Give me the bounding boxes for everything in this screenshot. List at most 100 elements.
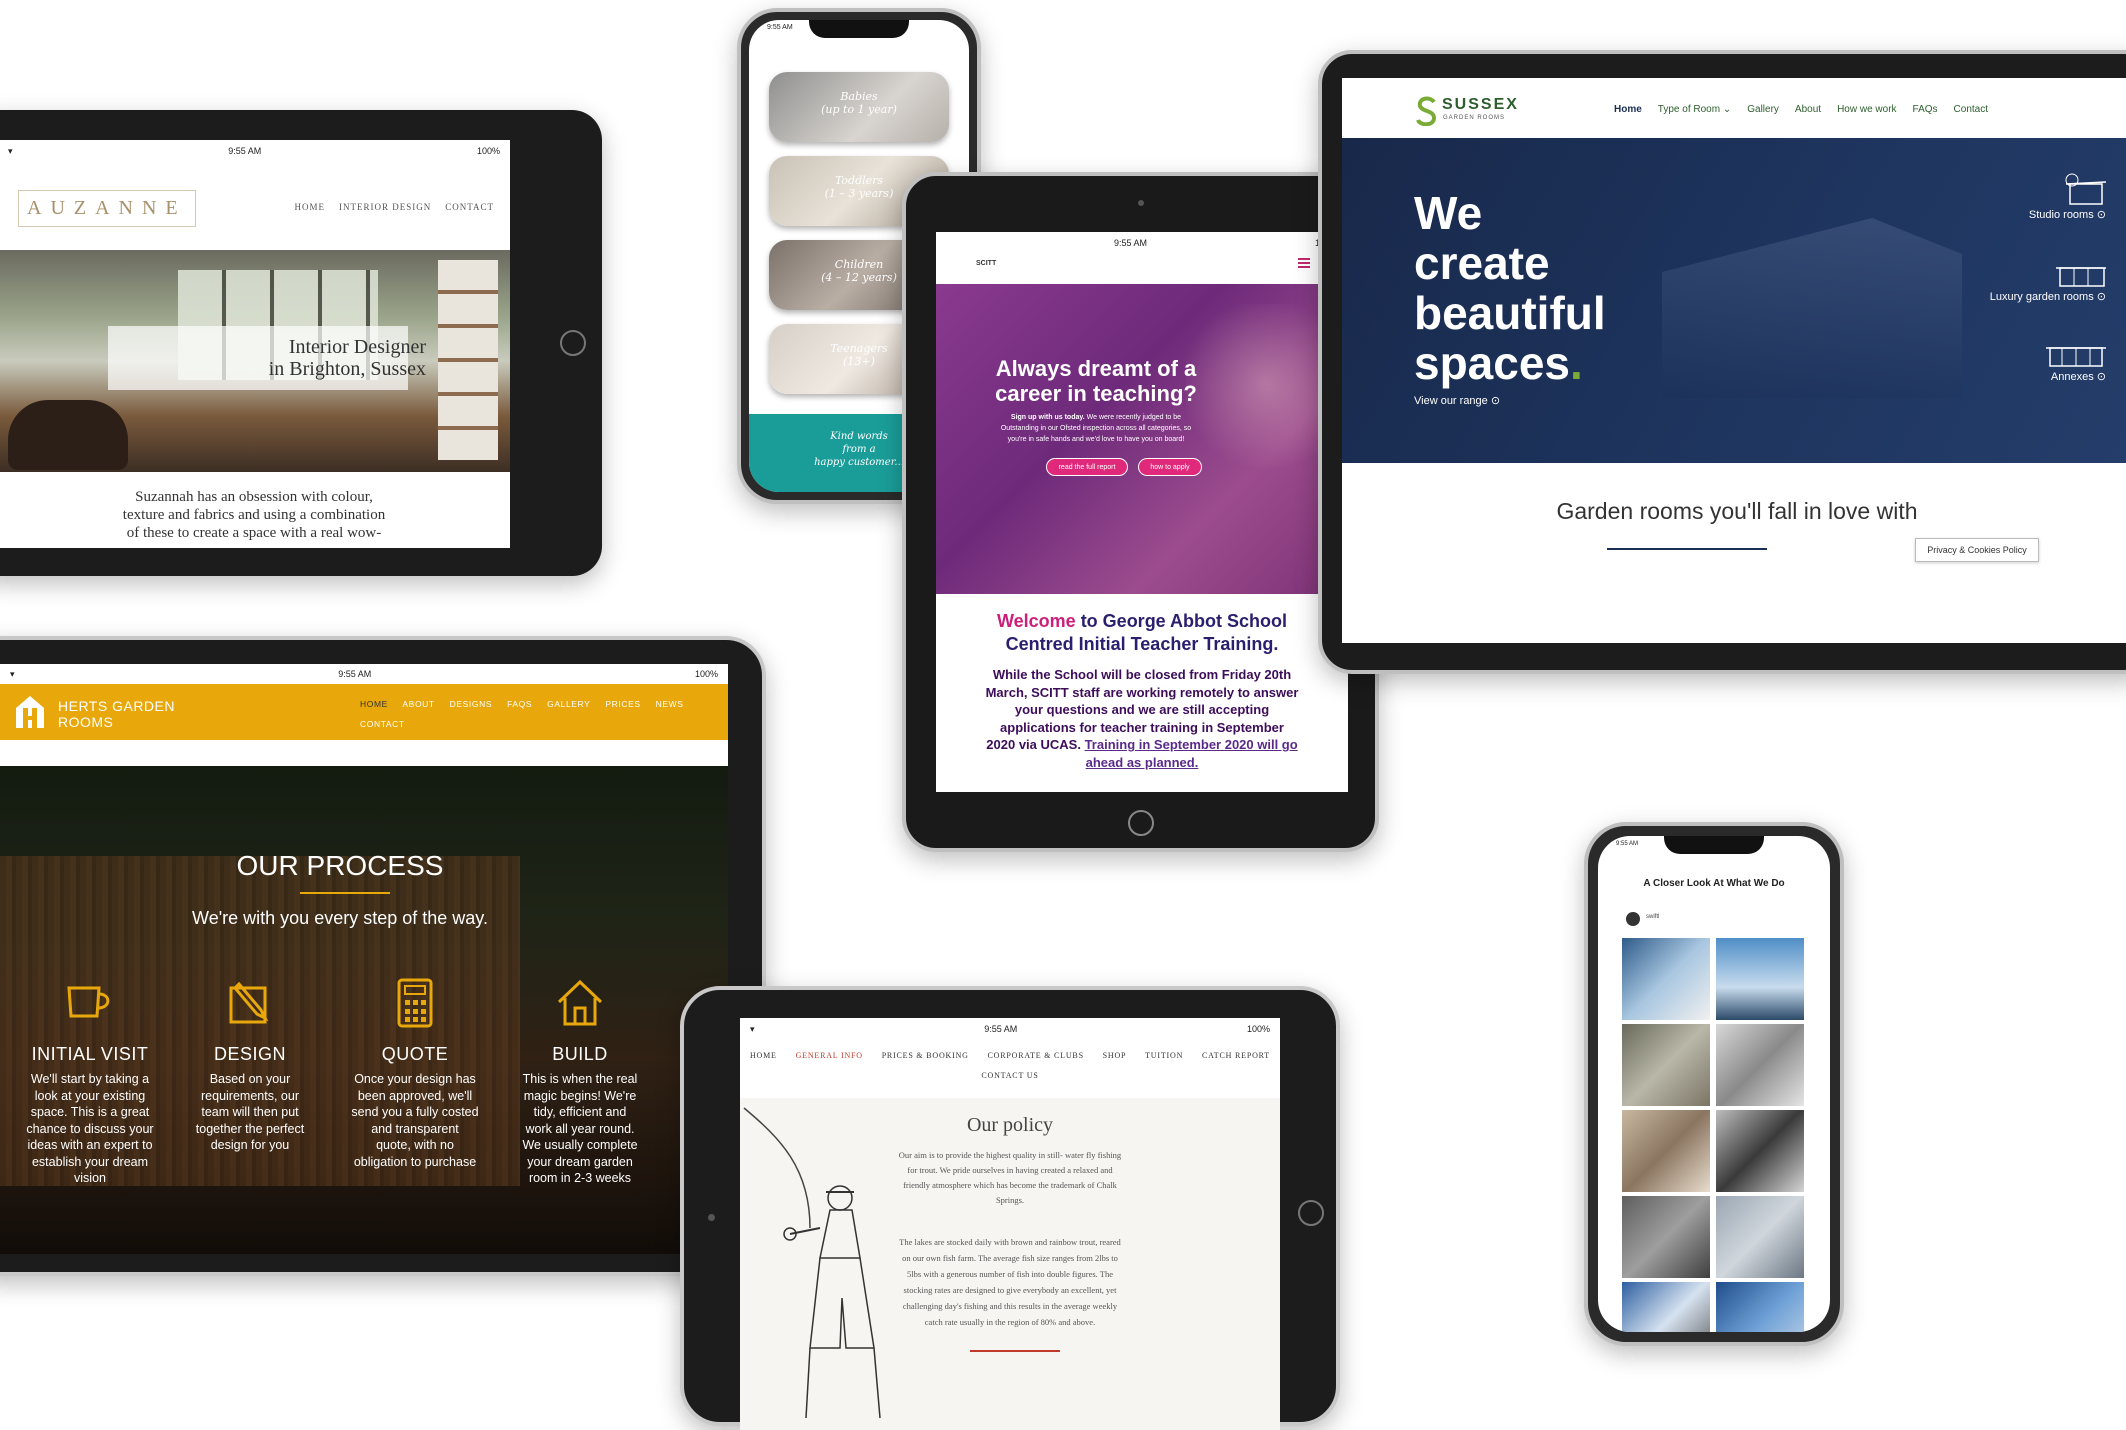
nav-how-we-work[interactable]: How we work: [1837, 104, 1896, 115]
s-logo-svg: [1416, 96, 1437, 126]
notice-text: 2020 via UCAS.: [986, 737, 1081, 752]
status-time: 9:55 AM: [984, 1024, 1018, 1034]
instagram-icon[interactable]: [1626, 912, 1640, 926]
grid-photo[interactable]: [1622, 938, 1710, 1020]
cookies-policy-button[interactable]: Privacy & Cookies Policy: [1915, 538, 2039, 562]
instagram-handle[interactable]: swiftl: [1646, 914, 1659, 920]
intro-line: of these to create a space with a real w…: [126, 525, 382, 541]
nav-contact[interactable]: CONTACT: [360, 719, 405, 729]
house-logo-icon[interactable]: [14, 694, 46, 730]
read-report-button[interactable]: read the full report: [1046, 458, 1128, 476]
nav-about[interactable]: About: [1795, 104, 1821, 115]
grid-photo[interactable]: [1716, 1110, 1804, 1192]
battery-indicator: 100%: [476, 146, 500, 156]
logo-name[interactable]: SUSSEX: [1442, 96, 1519, 114]
circle-chevron-icon: ⊙: [1490, 395, 1501, 407]
paragraph-line: challenging day's fishing and this resul…: [902, 1301, 1118, 1311]
nav-home[interactable]: Home: [1614, 104, 1642, 115]
tablet-sussex: SUSSEX GARDEN ROOMS Home Type of Room ⌄ …: [1318, 50, 2126, 674]
notice-line: your questions and we are still acceptin…: [1014, 702, 1270, 717]
main-nav: Home Type of Room ⌄ Gallery About How we…: [1614, 104, 1988, 115]
calculator-icon: [397, 978, 433, 1028]
status-bar: ▾ 9:55 AM 100%: [0, 664, 728, 684]
site-logo[interactable]: SCITT: [976, 260, 996, 267]
nav-general-info[interactable]: GENERAL INFO: [796, 1051, 863, 1060]
screen-herts: ▾ 9:55 AM 100% HERTS GARDEN ROOMS HOME A…: [0, 664, 728, 1254]
view-range-link[interactable]: View our range ⊙: [1414, 394, 1500, 407]
step-line: chance to discuss your: [26, 1121, 154, 1136]
home-button[interactable]: [1128, 810, 1154, 836]
annex-icon: [2046, 347, 2106, 367]
training-link[interactable]: Training in September 2020 will go: [1085, 737, 1298, 752]
card-babies[interactable]: Babies (up to 1 year): [769, 72, 949, 142]
site-header: AUZANNE HOME INTERIOR DESIGN CONTACT: [0, 162, 510, 250]
training-link-cont[interactable]: ahead as planned.: [1086, 755, 1199, 770]
nav-home[interactable]: HOME: [750, 1051, 777, 1060]
step-line: requirements, our: [201, 1088, 299, 1103]
tablet-scitt: 9:55 AM 100% SCITT Always dreamt of a ca…: [902, 172, 1379, 852]
status-bar: ▾ 9:55 AM 100%: [740, 1018, 1280, 1040]
welcome-word: Welcome: [996, 611, 1076, 631]
grid-photo[interactable]: [1622, 1282, 1710, 1332]
nav-tuition[interactable]: TUITION: [1145, 1051, 1183, 1060]
nav-contact[interactable]: CONTACT: [445, 202, 494, 212]
grid-photo[interactable]: [1716, 1196, 1804, 1278]
hero-sub-line: you're in safe hands and we'd love to ha…: [1007, 436, 1185, 443]
hero-building-silhouette: [1662, 218, 1962, 398]
s-logo-icon[interactable]: [1416, 96, 1438, 126]
type-luxury-garden-rooms[interactable]: Luxury garden rooms ⊙: [1926, 260, 2106, 303]
grid-photo[interactable]: [1716, 1282, 1804, 1332]
tagline: Garden rooms you'll fall in love with: [1556, 498, 1918, 524]
bookshelf: [438, 260, 498, 460]
nav-about[interactable]: ABOUT: [402, 699, 434, 709]
nav-prices[interactable]: PRICES: [605, 699, 640, 709]
home-button[interactable]: [560, 330, 586, 356]
nav-corporate-clubs[interactable]: CORPORATE & CLUBS: [988, 1051, 1084, 1060]
nav-home[interactable]: HOME: [294, 202, 325, 212]
hero-sub-line: Outstanding in our Ofsted inspection acr…: [1000, 425, 1192, 432]
grid-photo[interactable]: [1622, 1196, 1710, 1278]
grid-photo[interactable]: [1622, 1024, 1710, 1106]
step-text: We'll start by taking a look at your exi…: [20, 1071, 160, 1187]
tablet-fishing: ▾ 9:55 AM 100% HOME GENERAL INFO PRICES …: [680, 986, 1340, 1430]
type-studio-rooms[interactable]: Studio rooms ⊙: [1966, 172, 2106, 221]
logo-text[interactable]: HERTS GARDEN ROOMS: [58, 698, 175, 730]
policy-title: Our policy: [966, 1114, 1054, 1136]
hero: We create beautiful spaces. View our ran…: [1342, 138, 2126, 463]
logo-sub: GARDEN ROOMS: [1443, 115, 1506, 121]
grid-photo[interactable]: [1622, 1110, 1710, 1192]
step-line: team will then put: [201, 1105, 299, 1119]
nav-label: Type of Room: [1657, 104, 1721, 115]
nav-home[interactable]: HOME: [360, 699, 388, 709]
nav-prices-booking[interactable]: PRICES & BOOKING: [882, 1051, 969, 1060]
hamburger-menu-icon[interactable]: [1298, 258, 1310, 268]
step-line: tidy, efficient and: [533, 1105, 627, 1119]
pencil-edit-icon: [229, 981, 269, 1024]
site-logo[interactable]: AUZANNE: [18, 190, 196, 227]
nav-designs[interactable]: DESIGNS: [450, 699, 492, 709]
nav-interior-design[interactable]: INTERIOR DESIGN: [339, 202, 431, 212]
how-to-apply-button[interactable]: how to apply: [1138, 458, 1202, 476]
view-range-label: View our range: [1414, 395, 1488, 407]
home-button[interactable]: [1298, 1200, 1324, 1226]
type-annexes[interactable]: Annexes ⊙: [1946, 340, 2106, 383]
paragraph-line: Springs.: [995, 1195, 1025, 1205]
nav-contact[interactable]: Contact: [1954, 104, 1988, 115]
grid-photo[interactable]: [1716, 1024, 1804, 1106]
nav-news[interactable]: NEWS: [656, 699, 684, 709]
grid-photo[interactable]: [1716, 938, 1804, 1020]
nav-gallery[interactable]: GALLERY: [547, 699, 590, 709]
nav-type-of-room[interactable]: Type of Room ⌄: [1658, 104, 1731, 115]
wifi-icon: ▾: [750, 1023, 755, 1034]
nav-faqs[interactable]: FAQs: [1913, 104, 1938, 115]
nav-catch-report[interactable]: CATCH REPORT: [1202, 1051, 1270, 1060]
step-line: vision: [74, 1171, 106, 1185]
nav-shop[interactable]: SHOP: [1103, 1051, 1127, 1060]
circle-chevron-icon: ⊙: [2096, 209, 2106, 221]
status-time: 9:55 AM: [228, 146, 262, 156]
nav-gallery[interactable]: Gallery: [1747, 104, 1779, 115]
nav-faqs[interactable]: FAQS: [507, 699, 532, 709]
policy-paragraph-1: Our aim is to provide the highest qualit…: [820, 1148, 1200, 1208]
nav-contact-us[interactable]: CONTACT US: [981, 1071, 1038, 1080]
closure-notice: While the School will be closed from Fri…: [936, 666, 1348, 771]
